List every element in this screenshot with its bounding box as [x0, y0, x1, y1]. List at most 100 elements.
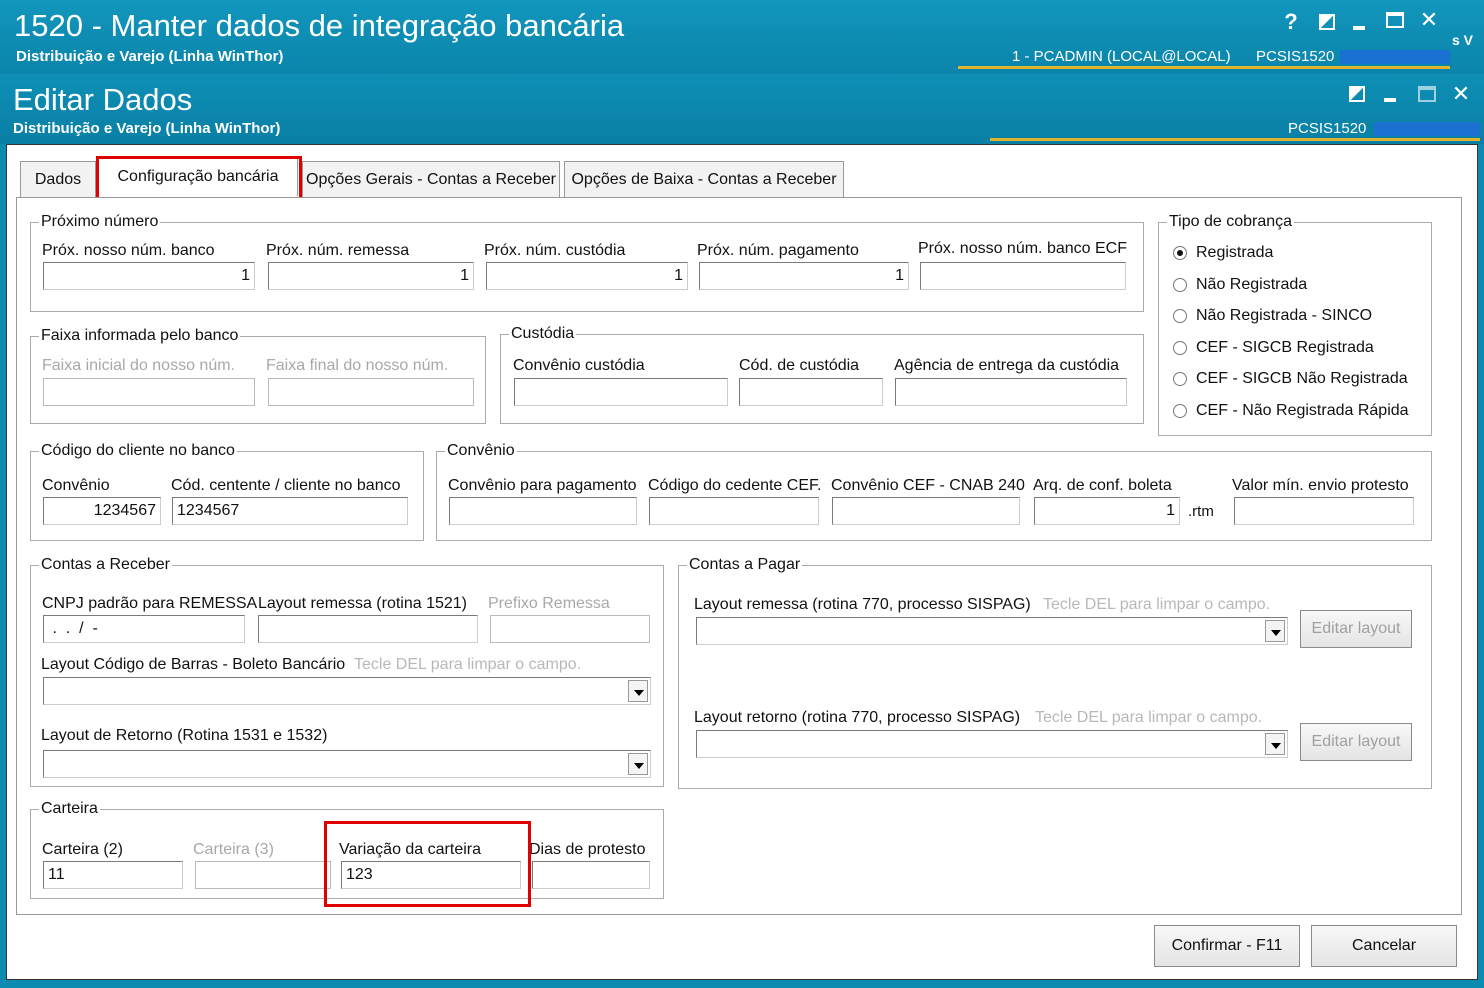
- tab-opcoes-baixa[interactable]: Opções de Baixa - Contas a Receber: [564, 161, 844, 197]
- cedente-cef-input[interactable]: [649, 497, 819, 525]
- tab-highlight-box: [96, 156, 302, 202]
- group-carteira-title: Carteira: [39, 800, 100, 818]
- radio-cef-sigcb-registrada-label[interactable]: CEF - SIGCB Registrada: [1196, 339, 1374, 357]
- group-codigo-cliente: Código do cliente no banco: [30, 442, 424, 541]
- arq-conf-boleta-input[interactable]: 1: [1034, 497, 1180, 525]
- convenio-cnab-label: Convênio CEF - CNAB 240: [831, 477, 1025, 494]
- chevron-down-icon[interactable]: [1265, 620, 1285, 642]
- pagar-retorno-hint: Tecle DEL para limpar o campo.: [1035, 709, 1263, 726]
- valor-min-protesto-label: Valor mín. envio protesto: [1232, 477, 1409, 494]
- prox-ecf-label: Próx. nosso núm. banco ECF: [918, 240, 1127, 257]
- chevron-down-icon[interactable]: [1265, 733, 1285, 755]
- radio-cef-sigcb-registrada[interactable]: [1173, 341, 1187, 355]
- prox-ecf-input[interactable]: [920, 262, 1126, 290]
- edge-text: s V: [1452, 32, 1474, 48]
- prox-custodia-input[interactable]: 1: [486, 262, 688, 290]
- edit-layout-remessa-button[interactable]: Editar layout: [1300, 610, 1412, 648]
- group-custodia-title: Custódia: [509, 325, 577, 343]
- tab-dados[interactable]: Dados: [20, 161, 96, 197]
- prox-remessa-input[interactable]: 1: [268, 262, 474, 290]
- help-button[interactable]: ?: [1276, 10, 1306, 36]
- faixa-final-label: Faixa final do nosso núm.: [266, 357, 449, 374]
- pagar-retorno-select[interactable]: [696, 730, 1288, 758]
- main-accent-line: [958, 66, 1450, 69]
- dialog-status-bar: [1374, 122, 1480, 136]
- layout-barras-label: Layout Código de Barras - Boleto Bancári…: [41, 656, 346, 673]
- radio-registrada[interactable]: [1173, 246, 1187, 260]
- layout-barras-hint: Tecle DEL para limpar o campo.: [354, 656, 582, 673]
- cnpj-remessa-label: CNPJ padrão para REMESSA: [42, 595, 258, 612]
- dialog-close-button[interactable]: ✕: [1446, 82, 1476, 108]
- carteira2-input[interactable]: 11: [43, 861, 183, 889]
- cnpj-remessa-input[interactable]: . . / -: [43, 615, 245, 643]
- maximize-icon[interactable]: [1386, 12, 1404, 28]
- convenio-pagamento-label: Convênio para pagamento: [448, 477, 637, 494]
- group-codigo-cliente-title: Código do cliente no banco: [39, 442, 237, 460]
- group-tipo-cobranca-title: Tipo de cobrança: [1167, 213, 1295, 231]
- convenio-cnab-input[interactable]: [832, 497, 1020, 525]
- radio-nao-registrada-sinco-label[interactable]: Não Registrada - SINCO: [1196, 307, 1372, 325]
- dias-protesto-input[interactable]: [532, 861, 650, 889]
- logged-user: 1 - PCADMIN (LOCAL@LOCAL): [1012, 48, 1231, 65]
- group-proximo-numero-title: Próximo número: [39, 213, 161, 231]
- pagar-remessa-hint: Tecle DEL para limpar o campo.: [1043, 596, 1271, 613]
- convenio-custodia-input[interactable]: [514, 378, 728, 406]
- prox-pagamento-input[interactable]: 1: [699, 262, 909, 290]
- prefixo-remessa-label: Prefixo Remessa: [488, 595, 610, 612]
- carteira3-label: Carteira (3): [193, 841, 274, 858]
- cod-cedente-label: Cód. centente / cliente no banco: [171, 477, 401, 494]
- faixa-inicial-input: [43, 378, 255, 406]
- group-faixa-title: Faixa informada pelo banco: [39, 327, 241, 345]
- radio-cef-sigcb-nao-registrada-label[interactable]: CEF - SIGCB Não Registrada: [1196, 370, 1408, 388]
- arq-ext-label: .rtm: [1188, 503, 1214, 520]
- radio-nao-registrada[interactable]: [1173, 278, 1187, 292]
- layout-barras-select[interactable]: [43, 677, 651, 705]
- radio-nao-registrada-label[interactable]: Não Registrada: [1196, 276, 1307, 294]
- convenio-cliente-label: Convênio: [42, 477, 110, 494]
- main-close-button[interactable]: ✕: [1414, 8, 1444, 34]
- agencia-custodia-input[interactable]: [895, 378, 1127, 406]
- prox-pagamento-label: Próx. núm. pagamento: [697, 242, 859, 259]
- dialog-program-code: PCSIS1520: [1288, 120, 1367, 137]
- main-window-title: 1520 - Manter dados de integração bancár…: [14, 8, 625, 43]
- minimize-icon[interactable]: [1353, 26, 1365, 30]
- faixa-inicial-label: Faixa inicial do nosso núm.: [42, 357, 235, 374]
- pagar-remessa-select[interactable]: [696, 617, 1288, 645]
- carteira2-label: Carteira (2): [42, 841, 123, 858]
- cod-custodia-input[interactable]: [739, 378, 883, 406]
- convenio-custodia-label: Convênio custódia: [513, 357, 645, 374]
- dias-protesto-label: Dias de protesto: [529, 841, 646, 858]
- prox-nosso-num-input[interactable]: 1: [43, 262, 255, 290]
- layout-retorno-select[interactable]: [43, 750, 651, 778]
- dialog-maximize-icon[interactable]: [1418, 86, 1436, 102]
- radio-registrada-label[interactable]: Registrada: [1196, 244, 1273, 262]
- cancel-button[interactable]: Cancelar: [1311, 925, 1457, 967]
- radio-cef-sigcb-nao-registrada[interactable]: [1173, 372, 1187, 386]
- chevron-down-icon[interactable]: [628, 680, 648, 702]
- convenio-cliente-input[interactable]: 1234567: [43, 497, 161, 525]
- variacao-highlight-box: [324, 821, 531, 907]
- group-convenio: Convênio: [436, 442, 1432, 541]
- radio-cef-nao-registrada-rapida[interactable]: [1173, 404, 1187, 418]
- layout-remessa-input[interactable]: [258, 615, 478, 643]
- main-program-code: PCSIS1520: [1256, 48, 1335, 65]
- radio-nao-registrada-sinco[interactable]: [1173, 309, 1187, 323]
- dialog-edit-icon[interactable]: [1349, 86, 1365, 102]
- radio-cef-nao-registrada-rapida-label[interactable]: CEF - Não Registrada Rápida: [1196, 402, 1409, 420]
- dialog-title: Editar Dados: [13, 82, 193, 117]
- dialog-minimize-icon[interactable]: [1384, 98, 1396, 102]
- group-contas-pagar-title: Contas a Pagar: [687, 556, 803, 574]
- convenio-pagamento-input[interactable]: [449, 497, 637, 525]
- cedente-cef-label: Código do cedente CEF.: [648, 477, 822, 494]
- valor-min-protesto-input[interactable]: [1234, 497, 1414, 525]
- confirm-button[interactable]: Confirmar - F11: [1154, 925, 1300, 967]
- cod-cedente-input[interactable]: 1234567: [172, 497, 408, 525]
- chevron-down-icon[interactable]: [628, 753, 648, 775]
- cod-custodia-label: Cód. de custódia: [739, 357, 860, 374]
- layout-retorno-label: Layout de Retorno (Rotina 1531 e 1532): [41, 727, 328, 744]
- prefixo-remessa-input: [490, 615, 650, 643]
- prox-nosso-num-label: Próx. nosso núm. banco: [42, 242, 215, 259]
- edit-icon[interactable]: [1319, 14, 1335, 30]
- edit-layout-retorno-button[interactable]: Editar layout: [1300, 723, 1412, 761]
- tab-opcoes-gerais[interactable]: Opções Gerais - Contas a Receber: [302, 161, 560, 197]
